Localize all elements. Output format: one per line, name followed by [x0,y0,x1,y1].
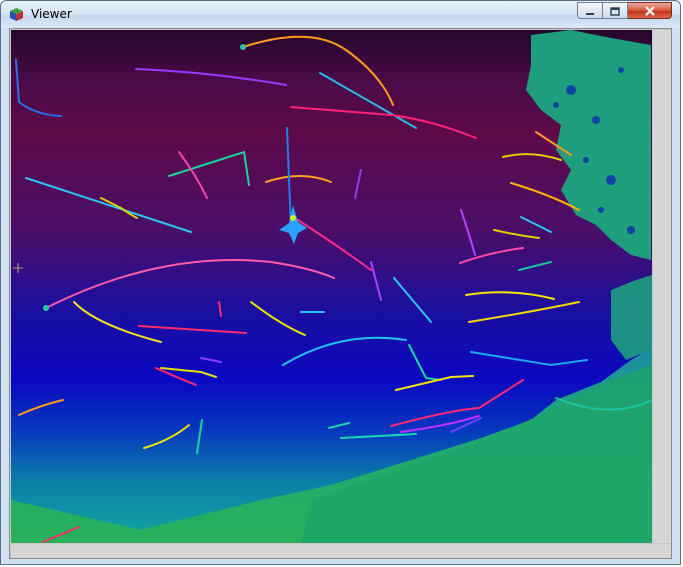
bright-spot [43,44,307,311]
horizontal-scrollbar[interactable] [11,544,653,558]
trajectory-image [11,30,652,543]
maximize-icon [610,1,620,20]
resize-grip[interactable] [653,544,671,558]
viewer-window: Viewer [0,0,681,565]
viewer-cube-icon [9,7,24,22]
viewer-client-area [9,28,672,559]
window-title: Viewer [31,7,72,21]
crosshair-marker [13,263,23,273]
image-viewport[interactable] [11,30,652,543]
vertical-scrollbar[interactable] [653,30,671,543]
close-icon [644,1,656,20]
close-button[interactable] [628,2,672,19]
window-controls [577,2,672,19]
minimize-icon [585,1,595,20]
maximize-button[interactable] [603,2,628,19]
minimize-button[interactable] [577,2,603,19]
title-bar[interactable]: Viewer [1,1,680,28]
